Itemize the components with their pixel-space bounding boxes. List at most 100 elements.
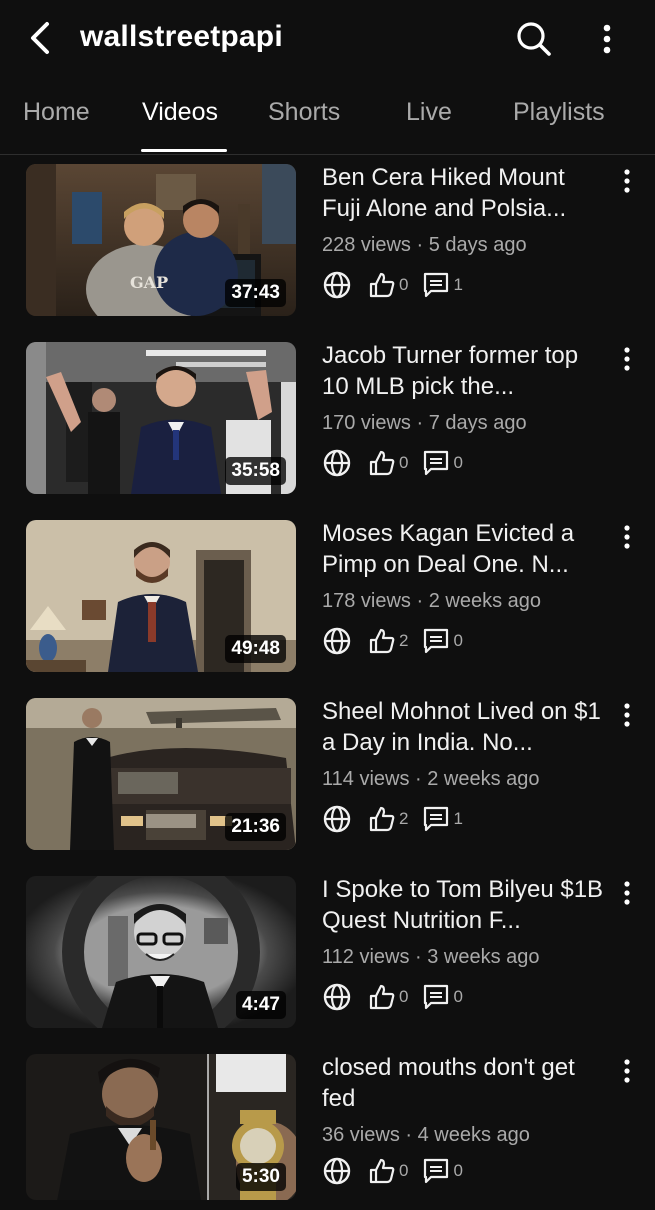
video-title[interactable]: I Spoke to Tom Bilyeu $1B Quest Nutritio… <box>322 874 607 936</box>
comment-icon <box>422 449 450 477</box>
more-vertical-icon <box>624 347 630 371</box>
active-tab-indicator <box>141 149 227 152</box>
upload-age: 2 weeks ago <box>427 768 540 790</box>
channel-name: wallstreetpapi <box>80 20 283 53</box>
thumbs-up-icon <box>368 627 396 655</box>
video-meta: 112 views · 3 weeks ago <box>322 946 540 969</box>
video-meta: 170 views · 7 days ago <box>322 412 527 435</box>
video-title[interactable]: Sheel Mohnot Lived on $1 a Day in India.… <box>322 696 607 758</box>
like-count: 2 <box>399 631 409 650</box>
video-thumbnail[interactable]: 5:30 <box>26 1054 296 1200</box>
chevron-left-icon <box>31 22 49 54</box>
comment-count: 0 <box>453 987 463 1006</box>
video-title[interactable]: Moses Kagan Evicted a Pimp on Deal One. … <box>322 518 607 580</box>
comment-count: 0 <box>453 453 463 472</box>
upload-age: 5 days ago <box>428 234 527 256</box>
tab-home[interactable]: Home <box>23 98 90 127</box>
more-vertical-icon <box>624 703 630 727</box>
globe-icon <box>322 626 352 656</box>
video-stats: 0 0 <box>322 448 477 478</box>
like-count: 0 <box>399 275 409 294</box>
video-thumbnail[interactable]: 4:47 <box>26 876 296 1028</box>
more-vertical-icon <box>624 525 630 549</box>
meta-separator: · <box>409 946 428 968</box>
video-duration: 21:36 <box>225 813 286 841</box>
more-options-button[interactable] <box>590 17 624 61</box>
comment-icon <box>422 271 450 299</box>
video-menu-button[interactable] <box>614 1056 640 1086</box>
like-count: 2 <box>399 809 409 828</box>
view-count: 112 views <box>322 946 410 968</box>
view-count: 178 views <box>322 590 411 612</box>
video-item[interactable]: 4:47 I Spoke to Tom Bilyeu $1B Quest Nut… <box>0 876 655 1032</box>
video-stats: 0 0 <box>322 1156 477 1186</box>
comment-count: 1 <box>453 275 463 294</box>
upload-age: 2 weeks ago <box>428 590 542 612</box>
video-duration: 49:48 <box>225 635 286 663</box>
more-vertical-icon <box>603 24 611 54</box>
video-title[interactable]: closed mouths don't get fed <box>322 1052 607 1114</box>
video-thumbnail[interactable]: 35:58 <box>26 342 296 494</box>
video-thumbnail[interactable]: 49:48 <box>26 520 296 672</box>
globe-icon <box>322 448 352 478</box>
more-vertical-icon <box>624 169 630 193</box>
video-stats: 0 0 <box>322 982 477 1012</box>
video-duration: 4:47 <box>235 991 286 1019</box>
video-duration: 37:43 <box>225 279 286 307</box>
comment-icon <box>422 983 450 1011</box>
video-duration: 35:58 <box>225 457 286 485</box>
video-menu-button[interactable] <box>614 166 640 196</box>
thumbs-up-icon <box>368 983 396 1011</box>
video-duration: 5:30 <box>235 1163 286 1191</box>
video-menu-button[interactable] <box>614 878 640 908</box>
tab-live[interactable]: Live <box>406 98 452 127</box>
view-count: 114 views <box>322 768 410 790</box>
video-thumbnail[interactable]: 21:36 <box>26 698 296 850</box>
svg-text:GAP: GAP <box>130 273 168 292</box>
video-item[interactable]: 5:30 closed mouths don't get fed 36 view… <box>0 1054 655 1210</box>
tab-playlists[interactable]: Playlists <box>513 98 605 127</box>
comment-icon <box>422 627 450 655</box>
video-menu-button[interactable] <box>614 700 640 730</box>
video-item[interactable]: GAP 37:43 Ben Cera Hiked Mount Fuji Alon… <box>0 164 655 320</box>
globe-icon <box>322 270 352 300</box>
back-button[interactable] <box>22 18 58 58</box>
video-title[interactable]: Ben Cera Hiked Mount Fuji Alone and Pols… <box>322 162 607 224</box>
comment-count: 1 <box>453 809 463 828</box>
video-item[interactable]: 21:36 Sheel Mohnot Lived on $1 a Day in … <box>0 698 655 854</box>
meta-separator: · <box>399 1124 418 1146</box>
meta-separator: · <box>409 768 428 790</box>
video-menu-button[interactable] <box>614 344 640 374</box>
meta-separator: · <box>410 590 429 612</box>
tab-shorts[interactable]: Shorts <box>268 98 340 127</box>
meta-separator: · <box>410 412 429 434</box>
video-meta: 114 views · 2 weeks ago <box>322 768 540 791</box>
thumbs-up-icon <box>368 449 396 477</box>
like-count: 0 <box>399 1161 409 1180</box>
video-item[interactable]: 49:48 Moses Kagan Evicted a Pimp on Deal… <box>0 520 655 676</box>
more-vertical-icon <box>624 881 630 905</box>
search-button[interactable] <box>512 17 556 61</box>
upload-age: 7 days ago <box>428 412 527 434</box>
thumbs-up-icon <box>368 271 396 299</box>
like-count: 0 <box>399 987 409 1006</box>
like-count: 0 <box>399 453 409 472</box>
view-count: 170 views <box>322 412 411 434</box>
video-item[interactable]: 35:58 Jacob Turner former top 10 MLB pic… <box>0 342 655 498</box>
comment-icon <box>422 1157 450 1185</box>
globe-icon <box>322 982 352 1012</box>
thumbs-up-icon <box>368 805 396 833</box>
channel-tabs: Home Videos Shorts Live Playlists <box>0 78 655 155</box>
video-menu-button[interactable] <box>614 522 640 552</box>
meta-separator: · <box>410 234 429 256</box>
more-vertical-icon <box>624 1059 630 1083</box>
video-stats: 0 1 <box>322 270 477 300</box>
tab-videos[interactable]: Videos <box>142 98 218 127</box>
video-meta: 36 views · 4 weeks ago <box>322 1124 530 1147</box>
top-bar: wallstreetpapi <box>0 0 655 78</box>
globe-icon <box>322 1156 352 1186</box>
upload-age: 3 weeks ago <box>427 946 540 968</box>
thumbs-up-icon <box>368 1157 396 1185</box>
video-thumbnail[interactable]: GAP 37:43 <box>26 164 296 316</box>
video-title[interactable]: Jacob Turner former top 10 MLB pick the.… <box>322 340 607 402</box>
